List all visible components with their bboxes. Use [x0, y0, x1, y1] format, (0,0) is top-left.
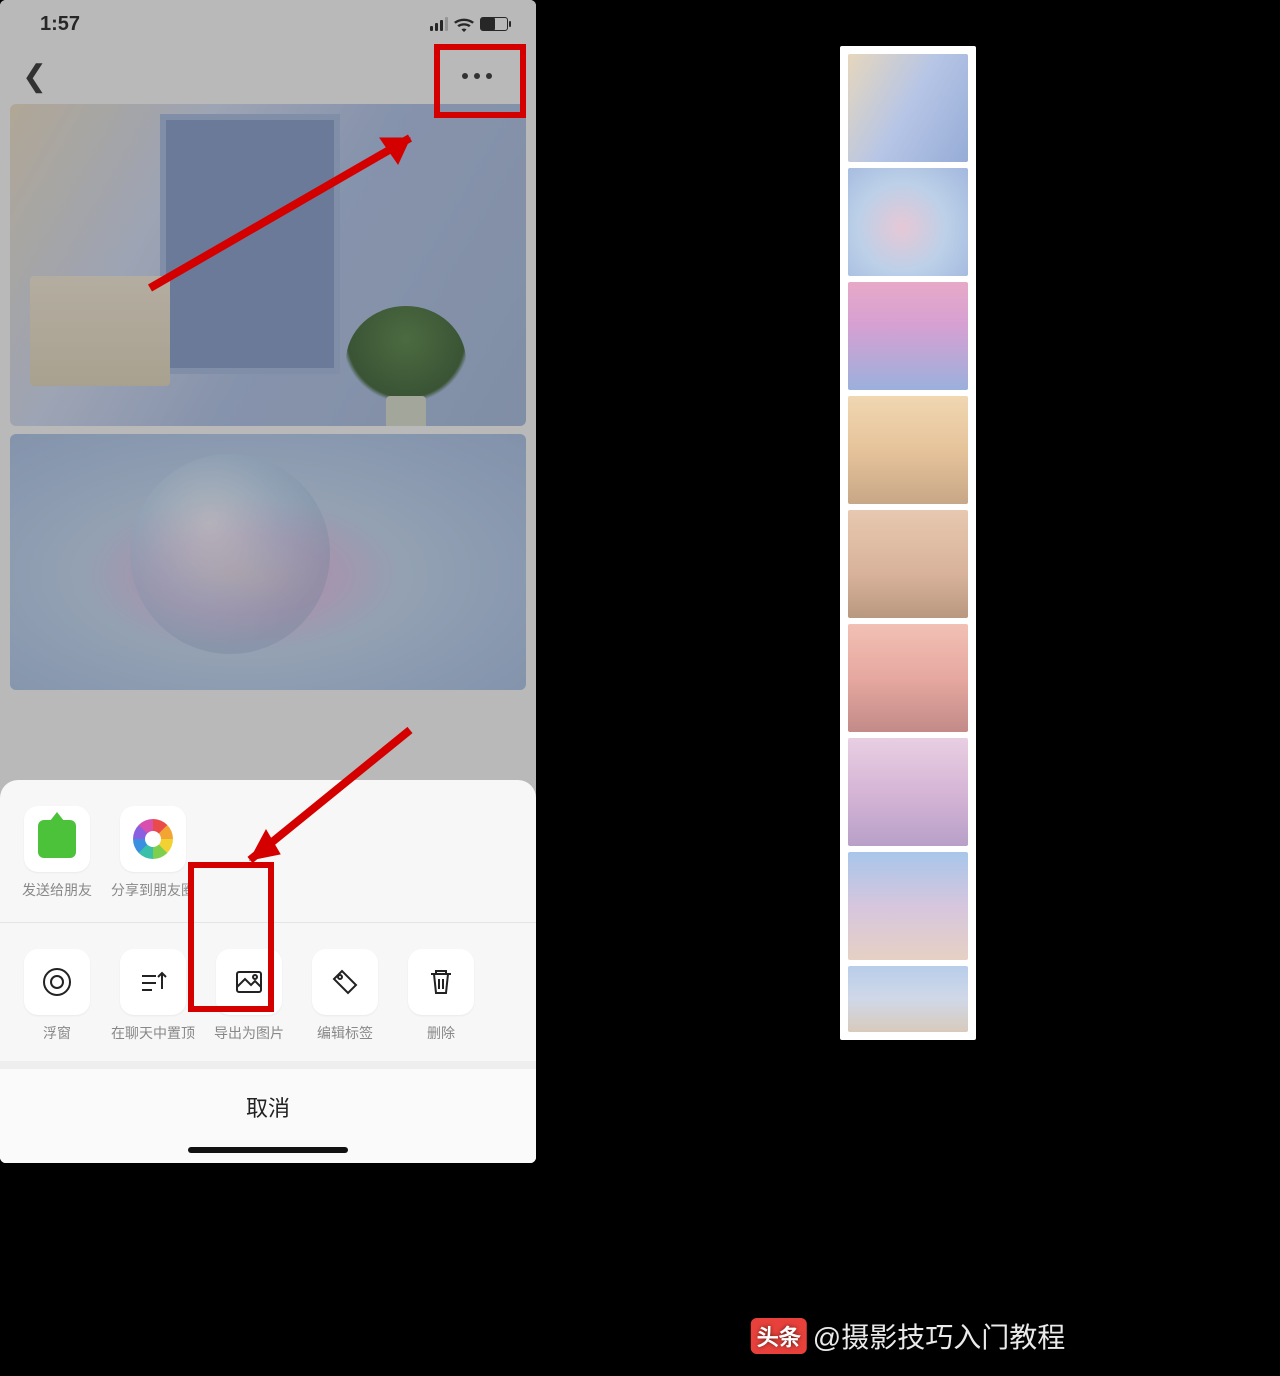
note-photo-2 [10, 434, 526, 690]
export-thumb [848, 966, 968, 1032]
exported-image-column [840, 46, 976, 1040]
export-thumb [848, 510, 968, 618]
status-bar: 1:57 [0, 0, 536, 48]
float-window-icon [40, 965, 74, 999]
export-thumb [848, 852, 968, 960]
action-float-window[interactable]: 浮窗 [18, 949, 96, 1043]
status-time: 1:57 [40, 13, 80, 36]
share-label: 发送给朋友 [22, 880, 92, 900]
watermark-text: @摄影技巧入门教程 [813, 1316, 1065, 1356]
action-pin-in-chat[interactable]: 在聊天中置顶 [114, 949, 192, 1043]
export-thumb [848, 168, 968, 276]
action-delete[interactable]: 删除 [402, 949, 480, 1043]
wechat-send-icon [38, 820, 76, 858]
share-to-moments[interactable]: 分享到朋友圈 [114, 806, 192, 900]
phone-screenshot-left: 1:57 ❮ 发送给朋友 [0, 0, 536, 1163]
wifi-icon [454, 17, 474, 32]
signal-icon [430, 17, 448, 31]
status-indicators [430, 17, 508, 32]
annotation-arrow-to-export [220, 720, 420, 880]
watermark: 头条 @摄影技巧入门教程 [751, 1316, 1065, 1356]
home-indicator [188, 1147, 348, 1153]
battery-icon [480, 17, 508, 31]
export-preview-panel: 头条 @摄影技巧入门教程 [536, 0, 1280, 1376]
export-thumb [848, 738, 968, 846]
edit-tag-icon [328, 965, 362, 999]
export-thumb [848, 54, 968, 162]
annotation-arrow-to-more [140, 118, 440, 298]
export-thumb [848, 282, 968, 390]
moments-icon [133, 819, 173, 859]
annotation-highlight-more-button [434, 44, 526, 118]
trash-icon [424, 965, 458, 999]
pin-chat-icon [136, 965, 170, 999]
share-send-to-friend[interactable]: 发送给朋友 [18, 806, 96, 900]
action-edit-tags[interactable]: 编辑标签 [306, 949, 384, 1043]
annotation-highlight-export-button [188, 862, 274, 1012]
share-label: 分享到朋友圈 [111, 880, 195, 900]
back-chevron-icon[interactable]: ❮ [22, 59, 47, 94]
export-thumb [848, 396, 968, 504]
export-thumb [848, 624, 968, 732]
watermark-badge: 头条 [751, 1318, 807, 1354]
